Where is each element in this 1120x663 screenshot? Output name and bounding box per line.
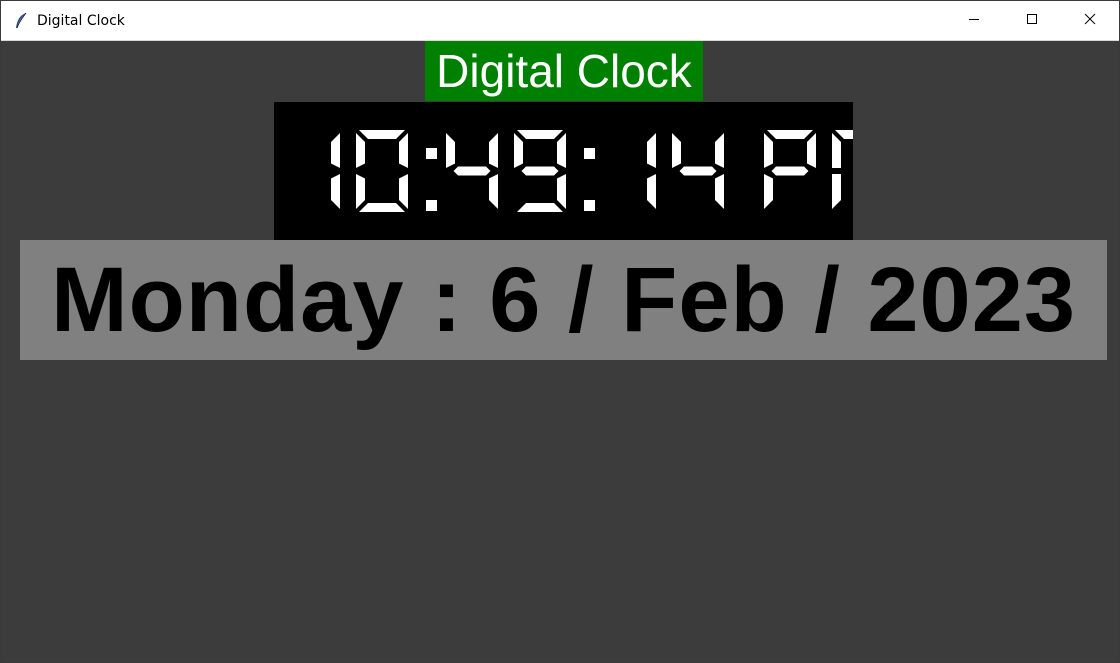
title-bar[interactable]: Digital Clock	[1, 1, 1119, 41]
time-digit	[446, 133, 498, 209]
app-window: Digital Clock Digital Clock 10:49:14 P	[0, 0, 1120, 663]
date-display: Monday : 6 / Feb / 2023	[20, 240, 1107, 360]
time-digit	[764, 130, 816, 209]
time-digit	[356, 130, 408, 212]
time-digit	[514, 130, 566, 212]
feather-icon	[13, 12, 29, 30]
window-title: Digital Clock	[37, 12, 125, 29]
time-digit	[331, 133, 340, 209]
minimize-icon	[968, 12, 980, 30]
minimize-button[interactable]	[945, 1, 1003, 40]
close-button[interactable]	[1061, 1, 1119, 40]
maximize-button[interactable]	[1003, 1, 1061, 40]
close-icon	[1084, 12, 1096, 30]
time-colon	[426, 148, 437, 211]
maximize-icon	[1026, 12, 1038, 30]
time-digit	[647, 133, 656, 209]
time-colon	[584, 148, 595, 211]
clock-panel: Digital Clock 10:49:14 PM Monday : 6 / F…	[1, 41, 1119, 662]
segment-time-readout: 10:49:14 PM	[331, 130, 853, 212]
clock-heading: Digital Clock	[425, 41, 703, 101]
time-display: 10:49:14 PM	[274, 102, 853, 240]
time-digit	[832, 130, 853, 209]
window-controls	[945, 1, 1119, 40]
time-digit	[672, 133, 724, 209]
